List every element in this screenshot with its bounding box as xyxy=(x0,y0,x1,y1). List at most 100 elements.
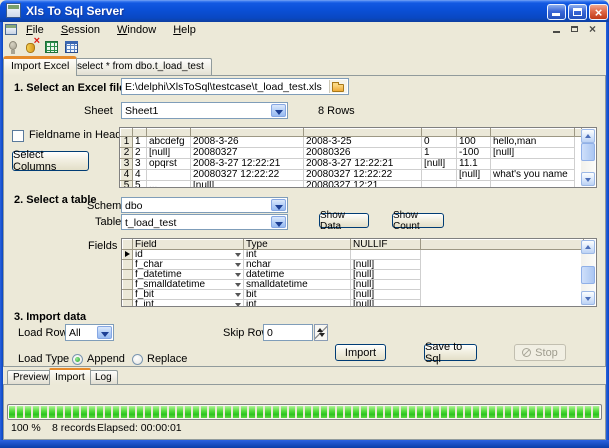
preview-cell[interactable]: 5 xyxy=(133,181,147,189)
preview-cell[interactable]: hello,man xyxy=(491,137,575,148)
chevron-down-icon[interactable] xyxy=(271,104,286,117)
field-dropdown-icon[interactable] xyxy=(235,273,241,277)
append-label[interactable]: Append xyxy=(87,353,125,365)
field-type-cell[interactable]: nchar xyxy=(244,260,351,270)
replace-label[interactable]: Replace xyxy=(147,353,187,365)
preview-cell[interactable]: [null] xyxy=(422,159,457,170)
menu-session[interactable]: Session xyxy=(54,23,107,37)
skip-rows-spinner[interactable] xyxy=(314,324,328,341)
browse-file-button[interactable] xyxy=(329,80,347,93)
fieldname-header-checkbox[interactable] xyxy=(12,130,24,142)
preview-cell[interactable]: 20080327 xyxy=(191,148,304,159)
field-type-cell[interactable]: int xyxy=(244,250,351,260)
preview-cell[interactable]: 3 xyxy=(133,159,147,170)
spin-down-icon[interactable] xyxy=(319,333,325,337)
preview-cell[interactable]: 0 xyxy=(422,137,457,148)
field-dropdown-icon[interactable] xyxy=(235,293,241,297)
app-icon[interactable] xyxy=(6,3,21,18)
chevron-down-icon[interactable] xyxy=(97,326,112,339)
field-name-cell[interactable]: f_int xyxy=(133,300,244,308)
preview-cell[interactable]: [null] xyxy=(457,170,491,181)
spin-up-icon[interactable] xyxy=(317,328,323,332)
preview-cell[interactable] xyxy=(491,181,575,189)
title-bar[interactable]: Xls To Sql Server xyxy=(0,0,609,22)
chevron-down-icon[interactable] xyxy=(271,199,286,211)
replace-radio[interactable] xyxy=(132,354,143,365)
preview-cell[interactable]: 2008-3-27 12:22:21 xyxy=(191,159,304,170)
preview-cell[interactable]: 100 xyxy=(457,137,491,148)
stop-button[interactable]: Stop xyxy=(514,344,566,361)
field-type-cell[interactable]: datetime xyxy=(244,270,351,280)
tab-select-query[interactable]: select * from dbo.t_load_test xyxy=(69,58,212,75)
select-columns-button[interactable]: Select Columns xyxy=(12,151,89,171)
tab-import[interactable]: Import xyxy=(49,368,91,385)
mdi-child-icon[interactable] xyxy=(5,24,17,35)
show-data-button[interactable]: Show Data xyxy=(319,213,369,228)
tab-preview[interactable]: Preview xyxy=(7,370,55,384)
field-type-cell[interactable]: int xyxy=(244,300,351,308)
import-button[interactable]: Import xyxy=(335,344,386,361)
field-nullif-cell[interactable]: [null] xyxy=(351,300,421,308)
preview-cell[interactable]: 2 xyxy=(133,148,147,159)
chevron-down-icon[interactable] xyxy=(271,216,286,228)
preview-cell[interactable]: 11.1 xyxy=(457,159,491,170)
field-name-cell[interactable]: f_datetime xyxy=(133,270,244,280)
field-nullif-cell[interactable] xyxy=(351,250,421,260)
preview-cell[interactable]: [null] xyxy=(147,148,191,159)
table-combo[interactable]: t_load_test xyxy=(121,214,288,230)
preview-cell[interactable]: 20080327 12:21 xyxy=(304,181,422,189)
preview-cell[interactable] xyxy=(422,181,457,189)
preview-cell[interactable]: 2008-3-27 12:22:21 xyxy=(304,159,422,170)
preview-cell[interactable]: ... xyxy=(147,181,191,189)
excel-file-icon[interactable] xyxy=(44,39,60,55)
sql-grid-icon[interactable] xyxy=(64,39,80,55)
preview-cell[interactable]: 20080327 12:22:22 xyxy=(304,170,422,181)
field-nullif-cell[interactable]: [null] xyxy=(351,270,421,280)
preview-cell[interactable]: 1 xyxy=(133,137,147,148)
field-name-cell[interactable]: f_char xyxy=(133,260,244,270)
preview-cell[interactable]: 2008-3-26 xyxy=(191,137,304,148)
scroll-up-icon[interactable] xyxy=(581,129,595,143)
preview-cell[interactable]: 20080326 xyxy=(304,148,422,159)
excel-file-input[interactable]: E:\delphi\XlsToSql\testcase\t_load_test.… xyxy=(121,78,349,95)
schema-combo[interactable]: dbo xyxy=(121,197,288,213)
show-count-button[interactable]: Show Count xyxy=(392,213,444,228)
field-name-cell[interactable]: id xyxy=(133,250,244,260)
field-dropdown-icon[interactable] xyxy=(235,263,241,267)
save-to-sql-button[interactable]: Save to Sql xyxy=(424,344,477,361)
tab-log[interactable]: Log xyxy=(89,370,118,384)
menu-help[interactable]: Help xyxy=(166,23,203,37)
disconnect-database-icon[interactable] xyxy=(24,39,40,55)
preview-cell[interactable]: abcdefg xyxy=(147,137,191,148)
preview-cell[interactable]: -100 xyxy=(457,148,491,159)
menu-window[interactable]: Window xyxy=(110,23,163,37)
scrollbar-thumb[interactable] xyxy=(581,143,595,161)
preview-cell[interactable] xyxy=(457,181,491,189)
preview-cell[interactable]: [null] xyxy=(491,148,575,159)
field-nullif-cell[interactable]: [null] xyxy=(351,280,421,290)
close-button[interactable] xyxy=(589,4,608,20)
preview-cell[interactable]: 4 xyxy=(133,170,147,181)
preview-cell[interactable]: 2008-3-25 xyxy=(304,137,422,148)
preview-cell[interactable] xyxy=(147,170,191,181)
field-nullif-cell[interactable]: [null] xyxy=(351,290,421,300)
field-type-cell[interactable]: smalldatetime xyxy=(244,280,351,290)
preview-cell[interactable]: what's you name xyxy=(491,170,575,181)
fieldname-header-label[interactable]: Fieldname in Header xyxy=(29,129,131,141)
field-name-cell[interactable]: f_bit xyxy=(133,290,244,300)
field-dropdown-icon[interactable] xyxy=(235,283,241,287)
field-dropdown-icon[interactable] xyxy=(235,303,241,307)
preview-cell[interactable]: opqrst xyxy=(147,159,191,170)
scroll-down-icon[interactable] xyxy=(581,172,595,186)
connect-icon[interactable] xyxy=(5,39,21,55)
sheet-combo[interactable]: Sheet1 xyxy=(121,102,288,119)
mdi-restore-icon[interactable] xyxy=(569,24,582,35)
field-dropdown-icon[interactable] xyxy=(235,253,241,257)
field-nullif-cell[interactable]: [null] xyxy=(351,260,421,270)
skip-rows-input[interactable]: 0 xyxy=(263,324,313,341)
field-name-cell[interactable]: f_smalldatetime xyxy=(133,280,244,290)
minimize-button[interactable] xyxy=(547,4,566,20)
maximize-button[interactable] xyxy=(568,4,587,20)
field-type-cell[interactable]: bit xyxy=(244,290,351,300)
append-radio[interactable] xyxy=(72,354,83,365)
